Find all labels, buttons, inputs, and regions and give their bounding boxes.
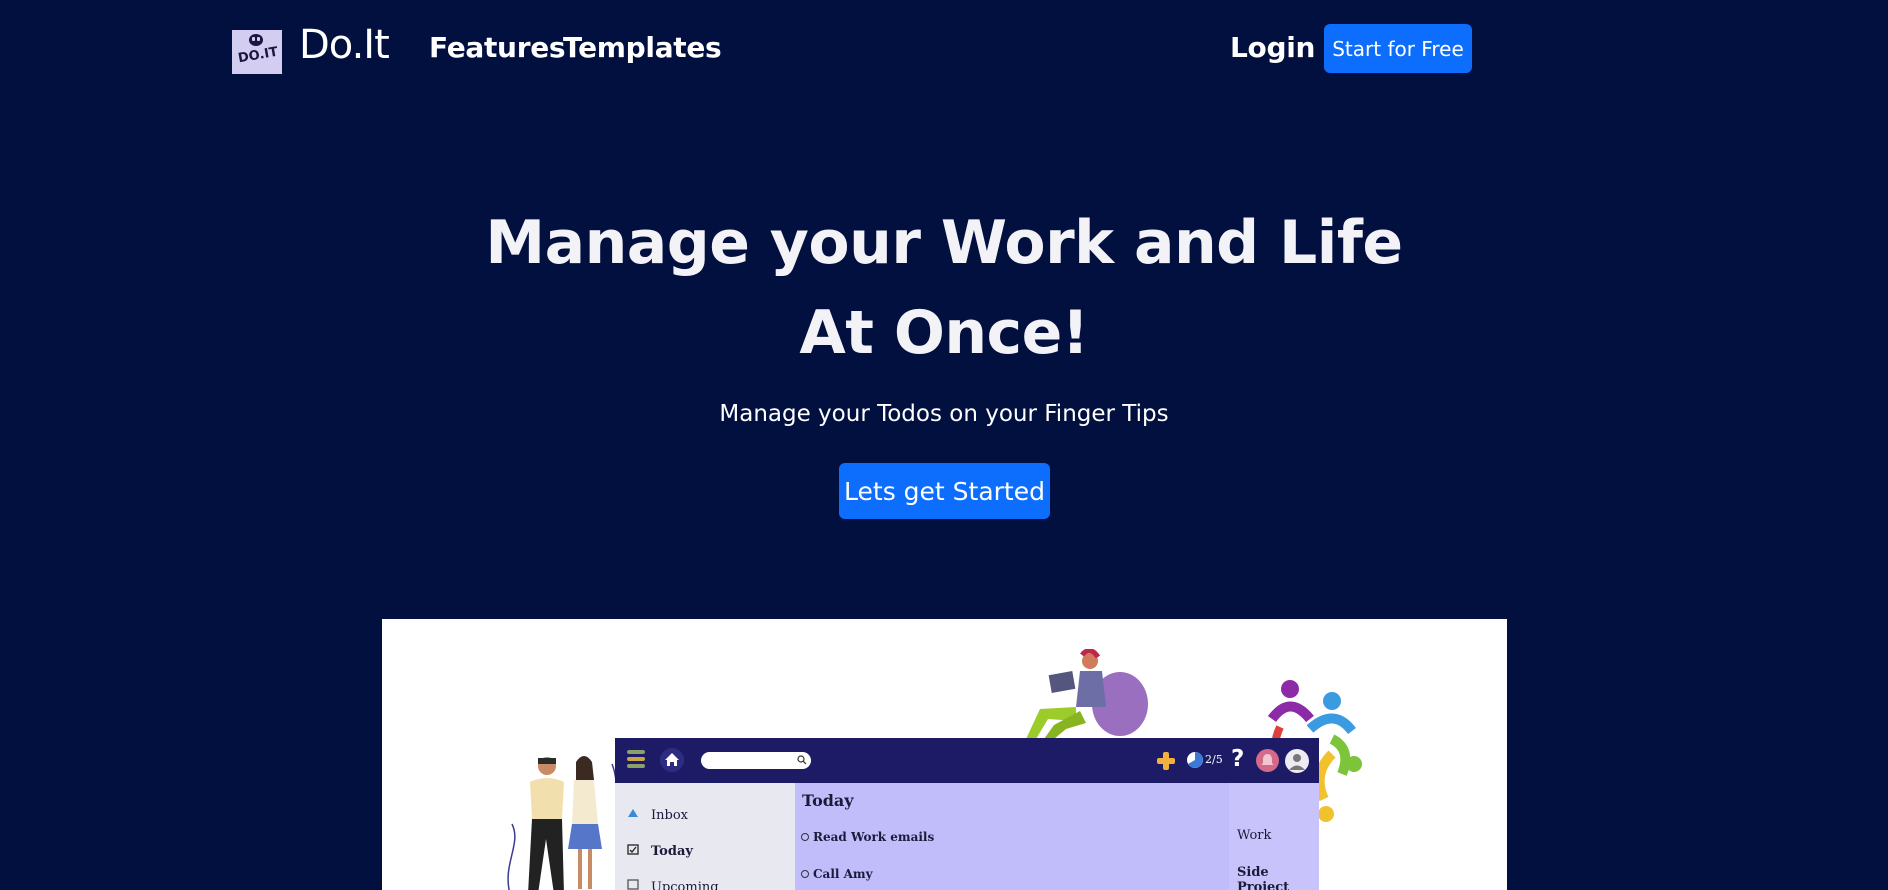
app-topbar: 2/5 ? [615,738,1319,783]
logo-face-icon [249,34,263,46]
menu-icon [627,750,645,770]
mockup-main-title: Today [802,791,854,810]
task-checkbox-icon [801,870,809,878]
mockup-projects-panel: Work Side Project [1229,783,1319,890]
inbox-icon [628,809,638,817]
calendar-upcoming-icon [627,879,639,890]
mockup-main-panel: Today Read Work emails Call Amy [795,783,1229,890]
hero-subtitle: Manage your Todos on your Finger Tips [719,401,1169,427]
karma-counter: 2/5 [1205,753,1223,766]
nav-link-templates[interactable]: Templates [563,31,722,64]
mockup-search-input [701,752,811,769]
home-icon [660,748,684,772]
couple-illustration [507,756,621,890]
hero-title-line1: Manage your Work and Life [485,208,1403,278]
project-item-work: Work [1237,828,1272,843]
sidebar-item-inbox: Inbox [651,808,688,823]
app-mockup: 2/5 ? Inbox Today Upcoming Today Read Wo… [615,738,1319,890]
brand-name[interactable]: Do.It [299,22,390,68]
task-label: Read Work emails [813,830,935,844]
logo-text: DO.IT [237,44,280,67]
plus-icon [1157,752,1175,770]
start-for-free-button[interactable]: Start for Free [1324,24,1472,73]
person-laptop-illustration [1026,649,1148,739]
task-item: Read Work emails [801,830,934,844]
productivity-pie-icon [1187,752,1203,768]
calendar-today-icon [627,844,639,855]
sidebar-item-upcoming: Upcoming [651,880,719,890]
logo[interactable]: DO.IT [232,30,282,74]
help-icon: ? [1231,746,1245,772]
sidebar-item-today: Today [651,844,693,859]
project-item-side-project: Side Project [1237,865,1290,890]
user-avatar-icon [1285,749,1309,773]
hero-title-line2: At Once! [799,298,1089,368]
mockup-sidebar: Inbox Today Upcoming [615,783,795,890]
task-label: Call Amy [813,867,873,881]
task-item: Call Amy [801,867,873,881]
login-link[interactable]: Login [1230,31,1315,64]
task-checkbox-icon [801,833,809,841]
get-started-button[interactable]: Lets get Started [839,463,1050,519]
app-preview-image: 2/5 ? Inbox Today Upcoming Today Read Wo… [382,619,1507,890]
search-icon [797,755,807,765]
nav-link-features[interactable]: Features [429,31,566,64]
notification-bell-icon [1256,749,1279,772]
